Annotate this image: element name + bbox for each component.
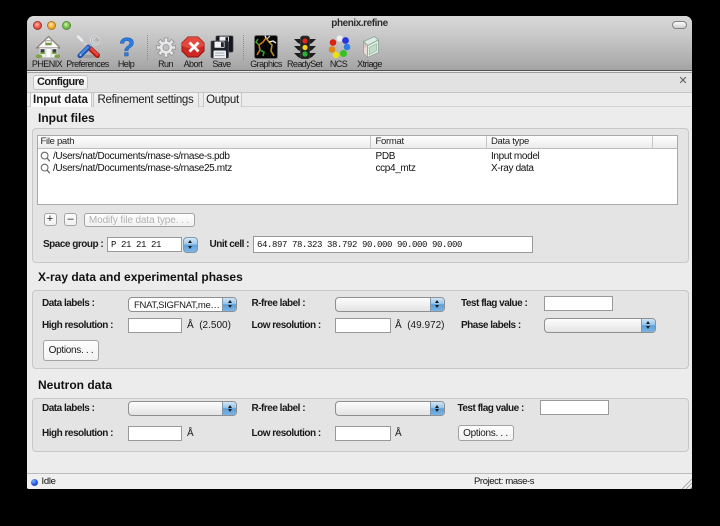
svg-text:?: ?	[119, 35, 135, 59]
